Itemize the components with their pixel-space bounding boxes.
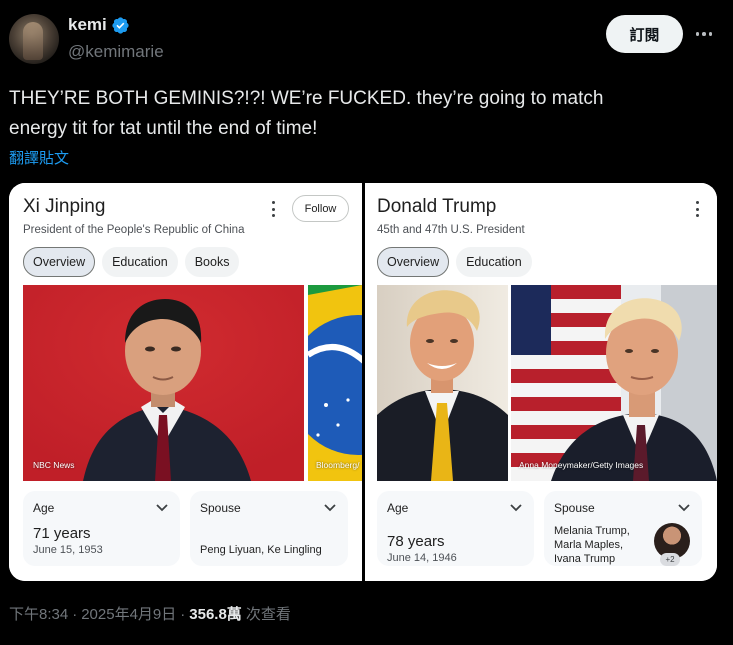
subscribe-button[interactable]: 訂閱 (606, 15, 683, 53)
spouse-label: Spouse (200, 501, 241, 515)
author-display-name[interactable]: kemi (68, 15, 107, 35)
tab-education[interactable]: Education (102, 247, 178, 277)
tab-chips: Overview Education (377, 247, 532, 277)
tweet-text: THEY’RE BOTH GEMINIS?!?! WE’re FUCKED. t… (9, 88, 604, 139)
age-value: 78 years (387, 533, 445, 550)
age-label: Age (33, 501, 55, 515)
tab-books[interactable]: Books (184, 247, 240, 277)
spouse-list: Melania Trump, Marla Maples, Ivana Trump (554, 524, 630, 566)
spouse-value: Peng Liyuan, Ke Lingling (200, 544, 322, 556)
spouse-label: Spouse (554, 501, 595, 515)
spouse-card[interactable]: Spouse Peng Liyuan, Ke Lingling (190, 491, 348, 566)
verified-badge-icon (112, 16, 129, 34)
more-options-icon[interactable] (692, 23, 716, 45)
panel-title: Donald Trump (377, 196, 497, 217)
portrait-illustration (377, 285, 508, 481)
panel-title: Xi Jinping (23, 196, 106, 217)
brazil-flag-illustration (308, 285, 362, 481)
tab-chips: Overview Education Books (23, 247, 240, 277)
portrait-photo[interactable] (377, 285, 508, 481)
spouse-name: Melania Trump, (554, 525, 630, 537)
age-card[interactable]: Age 71 years June 15, 1953 (23, 491, 180, 566)
tweet-date[interactable]: 2025年4月9日 (81, 603, 176, 624)
spouse-name: Ivana Trump (554, 553, 616, 565)
birth-date: June 15, 1953 (33, 544, 103, 556)
chevron-down-icon[interactable] (156, 503, 168, 513)
chevron-down-icon[interactable] (678, 503, 690, 513)
spouse-name: Marla Maples, (554, 539, 624, 551)
right-knowledge-panel: Donald Trump 45th and 47th U.S. Presiden… (365, 183, 717, 581)
photo-credit: Anna Moneymaker/Getty Images (519, 460, 644, 470)
chevron-down-icon[interactable] (510, 503, 522, 513)
portrait-illustration-secondary (511, 285, 717, 481)
age-value: 71 years (33, 525, 91, 542)
author-avatar[interactable] (9, 14, 59, 64)
author-handle[interactable]: @kemimarie (68, 42, 164, 62)
kebab-menu-icon[interactable] (694, 201, 700, 217)
photo-credit: NBC News (33, 460, 75, 470)
tab-overview[interactable]: Overview (23, 247, 96, 277)
portrait-photo[interactable]: NBC News (23, 285, 304, 481)
kebab-menu-icon[interactable] (270, 201, 276, 217)
author-name-row[interactable]: kemi (68, 15, 130, 35)
portrait-illustration (23, 285, 304, 481)
age-card[interactable]: Age 78 years June 14, 1946 (377, 491, 534, 566)
follow-button[interactable]: Follow (292, 195, 349, 222)
spouse-card[interactable]: Spouse Melania Trump, Marla Maples, Ivan… (544, 491, 702, 566)
chevron-down-icon[interactable] (324, 503, 336, 513)
secondary-photo[interactable]: Anna Moneymaker/Getty Images (511, 285, 717, 481)
views-label: 次查看 (245, 606, 291, 623)
left-knowledge-panel: Xi Jinping President of the People's Rep… (9, 183, 362, 581)
tab-overview[interactable]: Overview (377, 247, 450, 277)
secondary-photo[interactable]: Bloomberg/ (308, 285, 362, 481)
tab-education[interactable]: Education (456, 247, 532, 277)
tweet-time[interactable]: 下午8:34 (9, 603, 68, 624)
tweet-media[interactable]: Xi Jinping President of the People's Rep… (9, 183, 717, 581)
age-label: Age (387, 501, 409, 515)
views-count[interactable]: 356.8萬 (189, 603, 242, 624)
separator: · (72, 606, 78, 623)
translate-post-link[interactable]: 翻譯貼文 (9, 147, 69, 168)
birth-date: June 14, 1946 (387, 552, 457, 564)
panel-subtitle: President of the People's Republic of Ch… (23, 224, 245, 236)
panel-subtitle: 45th and 47th U.S. President (377, 224, 525, 236)
tweet-meta: 下午8:34 · 2025年4月9日 · 356.8萬 次查看 (9, 603, 291, 624)
more-spouses-badge[interactable]: +2 (660, 553, 680, 566)
photo-credit-secondary: Bloomberg/ (316, 460, 360, 470)
separator: · (180, 606, 186, 623)
